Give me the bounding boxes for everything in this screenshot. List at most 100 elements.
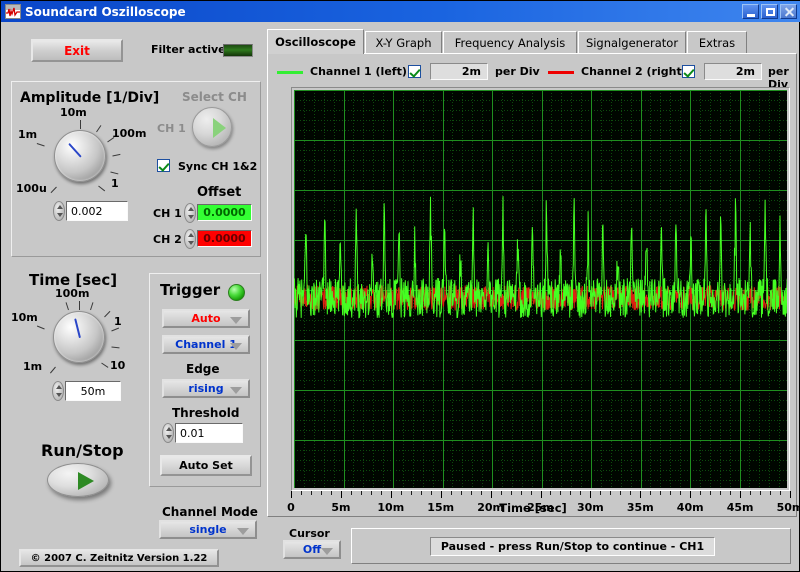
window-title: Soundcard Oszilloscope <box>25 4 186 19</box>
amplitude-knob-label-10m: 10m <box>60 106 87 119</box>
channel-2-per-div-input[interactable]: 2m <box>704 63 762 80</box>
exit-button[interactable]: Exit <box>31 39 123 62</box>
time-value-input[interactable]: 50m <box>65 381 121 401</box>
chevron-down-icon <box>230 343 242 350</box>
play-icon <box>78 472 94 490</box>
channel-mode-value: single <box>189 523 227 536</box>
sync-channels-label: Sync CH 1&2 <box>178 160 258 173</box>
plot-area[interactable] <box>294 90 787 488</box>
offset-ch1-label: CH 1 <box>153 207 182 220</box>
channel-2-enable-checkbox[interactable] <box>682 65 695 78</box>
tab-xy-graph[interactable]: X-Y Graph <box>365 31 442 53</box>
offset-ch1-value[interactable]: 0.0000 <box>197 204 252 221</box>
time-knob-label-100m: 100m <box>55 287 90 300</box>
status-message: Paused - press Run/Stop to continue - CH… <box>430 537 715 556</box>
chevron-down-icon <box>321 548 333 555</box>
channel-1-color-swatch <box>277 71 303 74</box>
time-knob-label-10: 10 <box>110 359 126 372</box>
amplitude-title: Amplitude [1/Div] <box>20 90 160 106</box>
window-buttons <box>742 4 799 19</box>
time-spinner[interactable] <box>52 381 64 401</box>
offset-ch2-value[interactable]: 0.0000 <box>197 230 252 247</box>
cursor-label: Cursor <box>289 527 330 540</box>
channel-2-color-swatch <box>548 71 574 74</box>
status-frame: Paused - press Run/Stop to continue - CH… <box>351 528 791 564</box>
trigger-mode-value: Auto <box>191 312 221 325</box>
amplitude-tick <box>50 186 57 194</box>
select-ch-title: Select CH <box>182 90 247 104</box>
time-knob-label-10m: 10m <box>11 311 38 324</box>
amplitude-knob-label-1: 1 <box>111 177 119 190</box>
tab-strip: Oscilloscope X-Y Graph Frequency Analysi… <box>267 29 797 54</box>
channel-1-per-div-label: per Div <box>495 65 540 78</box>
copyright-label: © 2007 C. Zeitnitz Version 1.22 <box>19 549 219 567</box>
select-ch-knob[interactable] <box>192 107 232 147</box>
trigger-source-value: Channel 1 <box>175 338 237 351</box>
auto-set-button[interactable]: Auto Set <box>160 455 252 476</box>
trigger-source-dropdown[interactable]: Channel 1 <box>162 335 250 354</box>
amplitude-value-input[interactable]: 0.002 <box>66 201 128 221</box>
channel-1-enable-checkbox[interactable] <box>408 65 421 78</box>
x-tick-mark <box>790 491 791 498</box>
select-ch-pointer-icon <box>213 118 226 138</box>
amplitude-spinner[interactable] <box>53 201 65 221</box>
time-knob-indicator <box>74 318 81 339</box>
offset-ch1-spinner[interactable] <box>184 203 196 223</box>
run-stop-button[interactable] <box>47 463 109 497</box>
tab-extras[interactable]: Extras <box>687 31 747 53</box>
amplitude-tick <box>110 171 119 175</box>
waveform-icon <box>5 4 21 19</box>
channel-2-label: Channel 2 (right) <box>581 65 687 78</box>
amplitude-tick <box>36 143 45 147</box>
filter-active-label: Filter active <box>151 43 226 56</box>
time-tick <box>49 366 56 374</box>
offset-ch2-label: CH 2 <box>153 233 182 246</box>
time-panel: Time [sec] 100m 10m 1 10 1m 50m <box>11 271 146 401</box>
trigger-edge-value: rising <box>188 382 224 395</box>
time-knob[interactable] <box>53 311 105 363</box>
minimize-button[interactable] <box>742 4 759 19</box>
time-tick <box>65 302 69 311</box>
oscilloscope-pane: Channel 1 (left) 2m per Div Channel 2 (r… <box>267 53 800 517</box>
trigger-threshold-input[interactable]: 0.01 <box>175 423 243 443</box>
trigger-led <box>228 284 245 301</box>
sync-channels-checkbox[interactable] <box>157 159 170 172</box>
time-tick <box>101 362 109 368</box>
amplitude-knob-label-100u: 100u <box>16 182 47 195</box>
trigger-panel: Trigger Auto Channel 1 Edge rising Thres… <box>149 273 261 487</box>
channel-1-per-div-input[interactable]: 2m <box>430 63 488 80</box>
oscilloscope-graph[interactable] <box>291 87 790 491</box>
trigger-threshold-label: Threshold <box>172 406 240 420</box>
tab-oscilloscope[interactable]: Oscilloscope <box>267 29 364 54</box>
cursor-dropdown[interactable]: Off <box>283 540 341 559</box>
trigger-threshold-spinner[interactable] <box>162 423 174 443</box>
chevron-down-icon <box>237 528 249 535</box>
time-knob-label-1m: 1m <box>23 360 43 373</box>
close-button[interactable] <box>780 4 797 19</box>
time-tick <box>90 302 94 311</box>
offset-ch2-spinner[interactable] <box>184 229 196 249</box>
channel-mode-dropdown[interactable]: single <box>159 520 257 539</box>
application-window: Soundcard Oszilloscope Exit Filter activ… <box>0 0 800 572</box>
chevron-down-icon <box>230 317 242 324</box>
amplitude-panel: Amplitude [1/Div] 10m 1m 100m 1 100u 0.0… <box>11 81 261 257</box>
amplitude-tick <box>98 185 106 192</box>
tab-signalgenerator[interactable]: Signalgenerator <box>578 31 686 53</box>
trigger-title: Trigger <box>160 281 221 299</box>
amplitude-tick <box>112 153 121 157</box>
tab-frequency-analysis[interactable]: Frequency Analysis <box>443 31 577 53</box>
trigger-edge-dropdown[interactable]: rising <box>162 379 250 398</box>
select-ch-value: CH 1 <box>157 122 186 135</box>
filter-active-led <box>223 44 253 57</box>
maximize-button[interactable] <box>761 4 778 19</box>
runstop-label: Run/Stop <box>41 441 124 460</box>
time-knob-label-1: 1 <box>114 315 122 328</box>
title-bar: Soundcard Oszilloscope <box>1 1 800 22</box>
chevron-down-icon <box>230 387 242 394</box>
time-tick <box>36 325 45 330</box>
trigger-mode-dropdown[interactable]: Auto <box>162 309 250 328</box>
amplitude-knob-indicator <box>68 142 82 158</box>
amplitude-knob[interactable] <box>54 130 106 182</box>
amplitude-tick <box>80 120 81 129</box>
x-axis-title: Time [sec] <box>499 501 567 515</box>
